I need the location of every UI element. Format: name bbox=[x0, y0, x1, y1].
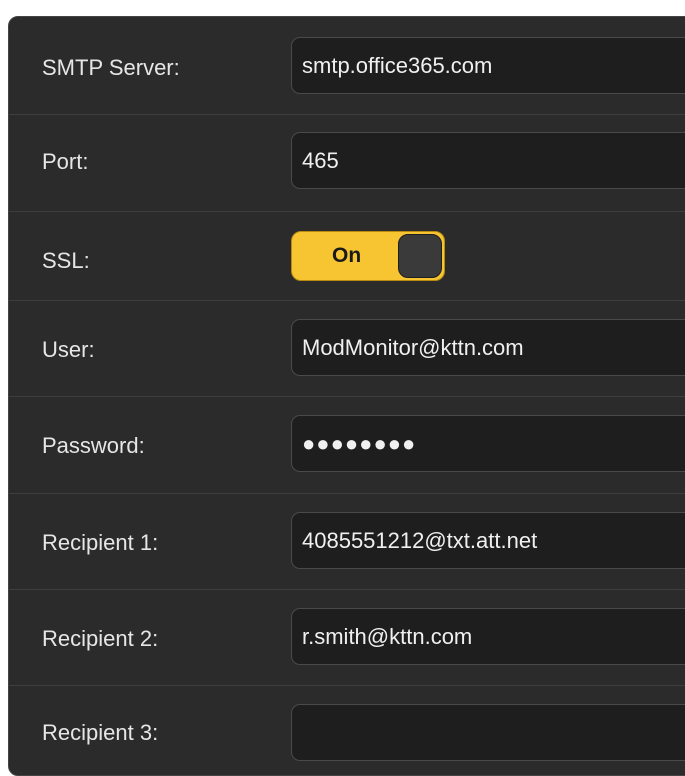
smtp-server-label: SMTP Server: bbox=[42, 55, 180, 80]
password-label: Password: bbox=[42, 433, 145, 458]
password-row: Password: ●●●●●●●● bbox=[9, 396, 685, 494]
ssl-toggle[interactable]: On bbox=[291, 231, 445, 281]
smtp-server-input[interactable]: smtp.office365.com bbox=[291, 37, 685, 94]
ssl-toggle-knob bbox=[398, 234, 442, 278]
port-input[interactable]: 465 bbox=[291, 132, 685, 189]
recipient-3-label: Recipient 3: bbox=[42, 720, 159, 745]
smtp-server-row: SMTP Server: smtp.office365.com bbox=[9, 17, 685, 115]
recipient-2-label: Recipient 2: bbox=[42, 626, 159, 651]
recipient-1-input[interactable]: 4085551212@txt.att.net bbox=[291, 512, 685, 569]
recipient-3-row: Recipient 3: bbox=[9, 685, 685, 775]
recipient-3-input[interactable] bbox=[291, 704, 685, 761]
recipient-2-input[interactable]: r.smith@kttn.com bbox=[291, 608, 685, 665]
port-label: Port: bbox=[42, 149, 89, 174]
ssl-row: SSL: On bbox=[9, 211, 685, 301]
recipient-2-row: Recipient 2: r.smith@kttn.com bbox=[9, 589, 685, 686]
password-input[interactable]: ●●●●●●●● bbox=[291, 415, 685, 472]
user-label: User: bbox=[42, 337, 95, 362]
user-row: User: ModMonitor@kttn.com bbox=[9, 300, 685, 397]
user-input[interactable]: ModMonitor@kttn.com bbox=[291, 319, 685, 376]
ssl-toggle-state: On bbox=[332, 244, 362, 267]
smtp-settings-panel: SMTP Server: smtp.office365.com Port: 46… bbox=[8, 16, 685, 776]
recipient-1-row: Recipient 1: 4085551212@txt.att.net bbox=[9, 493, 685, 590]
ssl-label: SSL: bbox=[42, 248, 90, 273]
port-row: Port: 465 bbox=[9, 114, 685, 212]
recipient-1-label: Recipient 1: bbox=[42, 530, 159, 555]
